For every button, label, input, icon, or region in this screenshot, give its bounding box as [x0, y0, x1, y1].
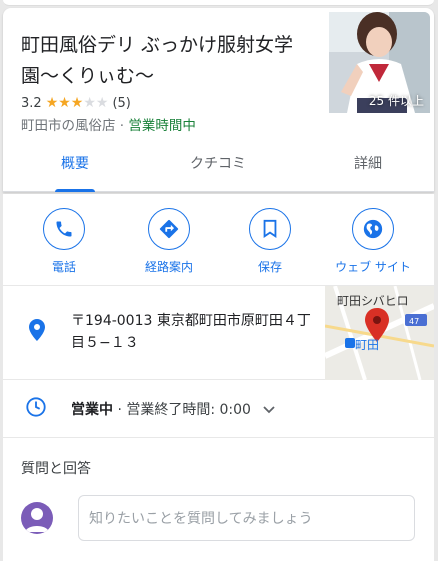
user-avatar — [21, 502, 53, 534]
place-body-card: 電話 経路案内 保存 ウェブ サイト 〒194-0013 東京都町田市原町田４丁… — [3, 194, 434, 561]
chevron-down-icon[interactable] — [263, 402, 276, 418]
globe-icon — [352, 208, 394, 250]
address-row[interactable]: 〒194-0013 東京都町田市原町田４丁目５−１３ 47 町田シバヒロ 町田 — [3, 286, 434, 380]
address-text: 〒194-0013 東京都町田市原町田４丁目５−１３ — [71, 313, 311, 351]
tab-details[interactable]: 詳細 — [318, 148, 418, 192]
photo-count: 25 件以上 — [368, 94, 424, 108]
place-title: 町田風俗デリ ぶっかけ服射女学園〜くりぃむ〜 — [21, 34, 294, 87]
hours-text: 営業中 · 営業終了時間: 0:00 — [71, 399, 276, 419]
place-photo-thumbnail[interactable]: 25 件以上 — [329, 12, 430, 113]
map-label-landmark: 町田シバヒロ — [337, 294, 409, 308]
svg-text:47: 47 — [409, 317, 419, 326]
rating-value: 3.2 — [21, 95, 42, 111]
category-text: 町田市の風俗店 — [21, 118, 116, 134]
tab-overview[interactable]: 概要 — [25, 148, 125, 192]
clock-icon — [25, 396, 47, 422]
rating-row[interactable]: 3.2 ★★★★★ (5) — [21, 95, 131, 111]
save-label: 保存 — [257, 260, 282, 274]
open-status: 営業時間中 — [128, 118, 196, 134]
save-button[interactable]: 保存 — [225, 208, 315, 275]
tab-bar: 概要 クチコミ 詳細 — [3, 148, 434, 192]
question-input[interactable]: 知りたいことを質問してみましょう — [78, 495, 415, 541]
qa-section-title: 質問と回答 — [21, 461, 91, 477]
star-rating-icon: ★★★★★ — [45, 95, 109, 111]
tab-reviews[interactable]: クチコミ — [168, 148, 268, 192]
hours-detail: · 営業終了時間: 0:00 — [113, 402, 251, 418]
bookmark-icon — [249, 208, 291, 250]
category-separator: · — [115, 118, 129, 134]
place-header-card: 町田風俗デリ ぶっかけ服射女学園〜くりぃむ〜 3.2 ★★★★★ (5) 町田市… — [3, 8, 434, 192]
website-button[interactable]: ウェブ サイト — [328, 208, 418, 275]
map-label-station: 町田 — [355, 338, 380, 352]
directions-button[interactable]: 経路案内 — [124, 208, 214, 275]
phone-icon — [43, 208, 85, 250]
action-buttons-row: 電話 経路案内 保存 ウェブ サイト — [3, 194, 434, 286]
previous-card-edge — [3, 0, 434, 6]
hours-status: 営業中 — [71, 402, 113, 418]
location-pin-icon — [29, 319, 45, 345]
directions-icon — [148, 208, 190, 250]
review-count: (5) — [112, 95, 131, 111]
call-button[interactable]: 電話 — [19, 208, 109, 275]
map-thumbnail[interactable]: 47 町田シバヒロ 町田 — [325, 286, 434, 380]
call-label: 電話 — [51, 260, 76, 274]
directions-label: 経路案内 — [144, 260, 193, 274]
category-row: 町田市の風俗店 · 営業時間中 — [21, 114, 196, 134]
hours-row[interactable]: 営業中 · 営業終了時間: 0:00 — [3, 380, 434, 438]
website-label: ウェブ サイト — [335, 260, 411, 274]
active-tab-indicator — [55, 189, 95, 192]
